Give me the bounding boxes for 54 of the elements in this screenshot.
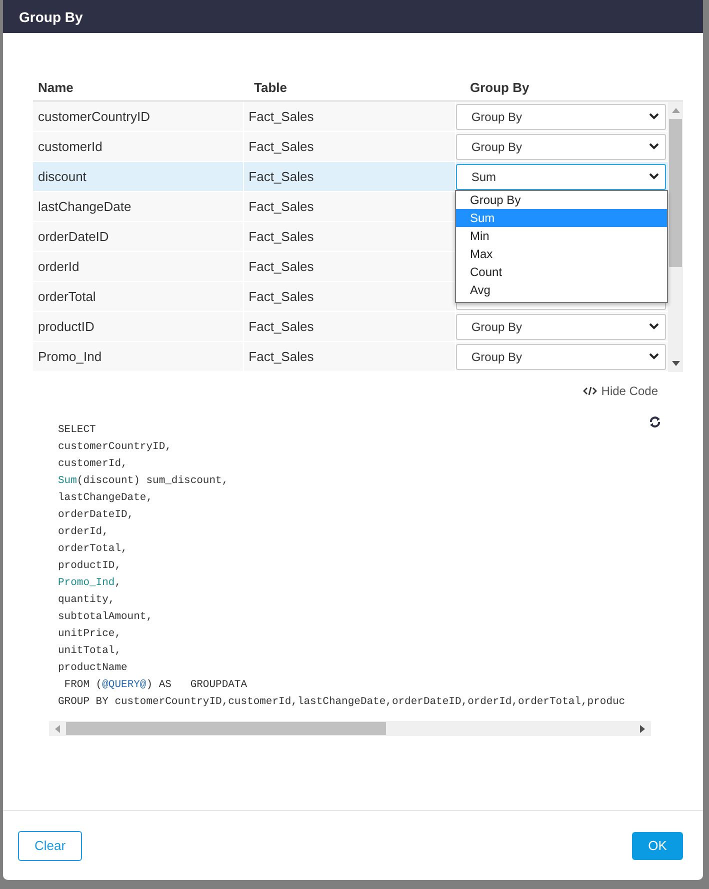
table-cell: productID <box>38 319 94 334</box>
code-line: productID, <box>58 559 122 574</box>
column-header: Name <box>37 80 74 95</box>
code-line: GROUP BY customerCountryID,customerId,lastChangeDate,orderDateID,orderId,orderTotal,produc <box>58 695 626 710</box>
table-cell: customerId <box>38 139 102 154</box>
dropdown[interactable]: Group By <box>456 344 666 370</box>
code-line: quantity, <box>58 593 116 608</box>
column-header: Group By <box>469 80 530 95</box>
table-cell: customerCountryID <box>38 109 150 124</box>
code-line: productName <box>58 661 128 676</box>
code-line: customerId, <box>58 457 128 472</box>
hide-code-link[interactable]: Hide Code <box>583 380 658 402</box>
table-cell: Fact_Sales <box>248 319 314 334</box>
dropdown[interactable]: Sum <box>456 164 666 190</box>
table-row[interactable]: customerCountryID Fact_Sales Group By <box>33 102 668 132</box>
code-line: unitTotal, <box>58 644 122 659</box>
table-cell: Fact_Sales <box>248 349 314 364</box>
table-cell: Fact_Sales <box>248 199 314 214</box>
dropdown-option[interactable]: Avg <box>456 281 667 299</box>
table-cell: lastChangeDate <box>38 199 132 214</box>
dropdown-option[interactable]: Group By <box>456 191 667 209</box>
code-line: customerCountryID, <box>58 440 172 455</box>
code-line: FROM (@QUERY@) AS GROUPDATA <box>63 678 248 693</box>
dropdown[interactable]: Group By <box>456 314 666 340</box>
code-line: Sum(discount) sum_discount, <box>58 474 230 489</box>
table-cell: Promo_Ind <box>38 349 102 364</box>
table-row[interactable]: Promo_Ind Fact_Sales Group By <box>33 342 668 372</box>
table-cell: discount <box>38 169 86 184</box>
table-cell: Fact_Sales <box>248 289 314 304</box>
table-cell: Fact_Sales <box>248 229 314 244</box>
table-cell: orderTotal <box>38 289 96 304</box>
table-cell: Fact_Sales <box>248 169 314 184</box>
code-line: orderDateID, <box>58 508 135 523</box>
code-line: unitPrice, <box>58 627 122 642</box>
code-line: Promo_Ind, <box>58 576 122 591</box>
table-cell: Fact_Sales <box>248 109 314 124</box>
code-line: orderTotal, <box>58 542 128 557</box>
code-line: subtotalAmount, <box>58 610 154 625</box>
table-cell: Fact_Sales <box>248 139 314 154</box>
table-row[interactable]: customerId Fact_Sales Group By <box>33 132 668 162</box>
code-line: SELECT <box>58 423 97 438</box>
table-cell: orderId <box>38 259 80 274</box>
code-line: orderId, <box>58 525 110 540</box>
table-row[interactable]: productID Fact_Sales Group By <box>33 312 668 342</box>
dropdown[interactable]: Group By <box>456 104 666 130</box>
table-row[interactable]: discount Fact_Sales Sum <box>33 162 668 192</box>
dropdown-option[interactable]: Count <box>456 263 667 281</box>
column-header: Table <box>253 80 288 95</box>
table-cell: orderDateID <box>38 229 109 244</box>
dialog-title: Group By <box>19 8 83 24</box>
code-line: lastChangeDate, <box>58 491 154 506</box>
table-cell: Fact_Sales <box>248 259 314 274</box>
dropdown-option[interactable]: Min <box>456 227 667 245</box>
dropdown[interactable]: Group By <box>456 134 666 160</box>
